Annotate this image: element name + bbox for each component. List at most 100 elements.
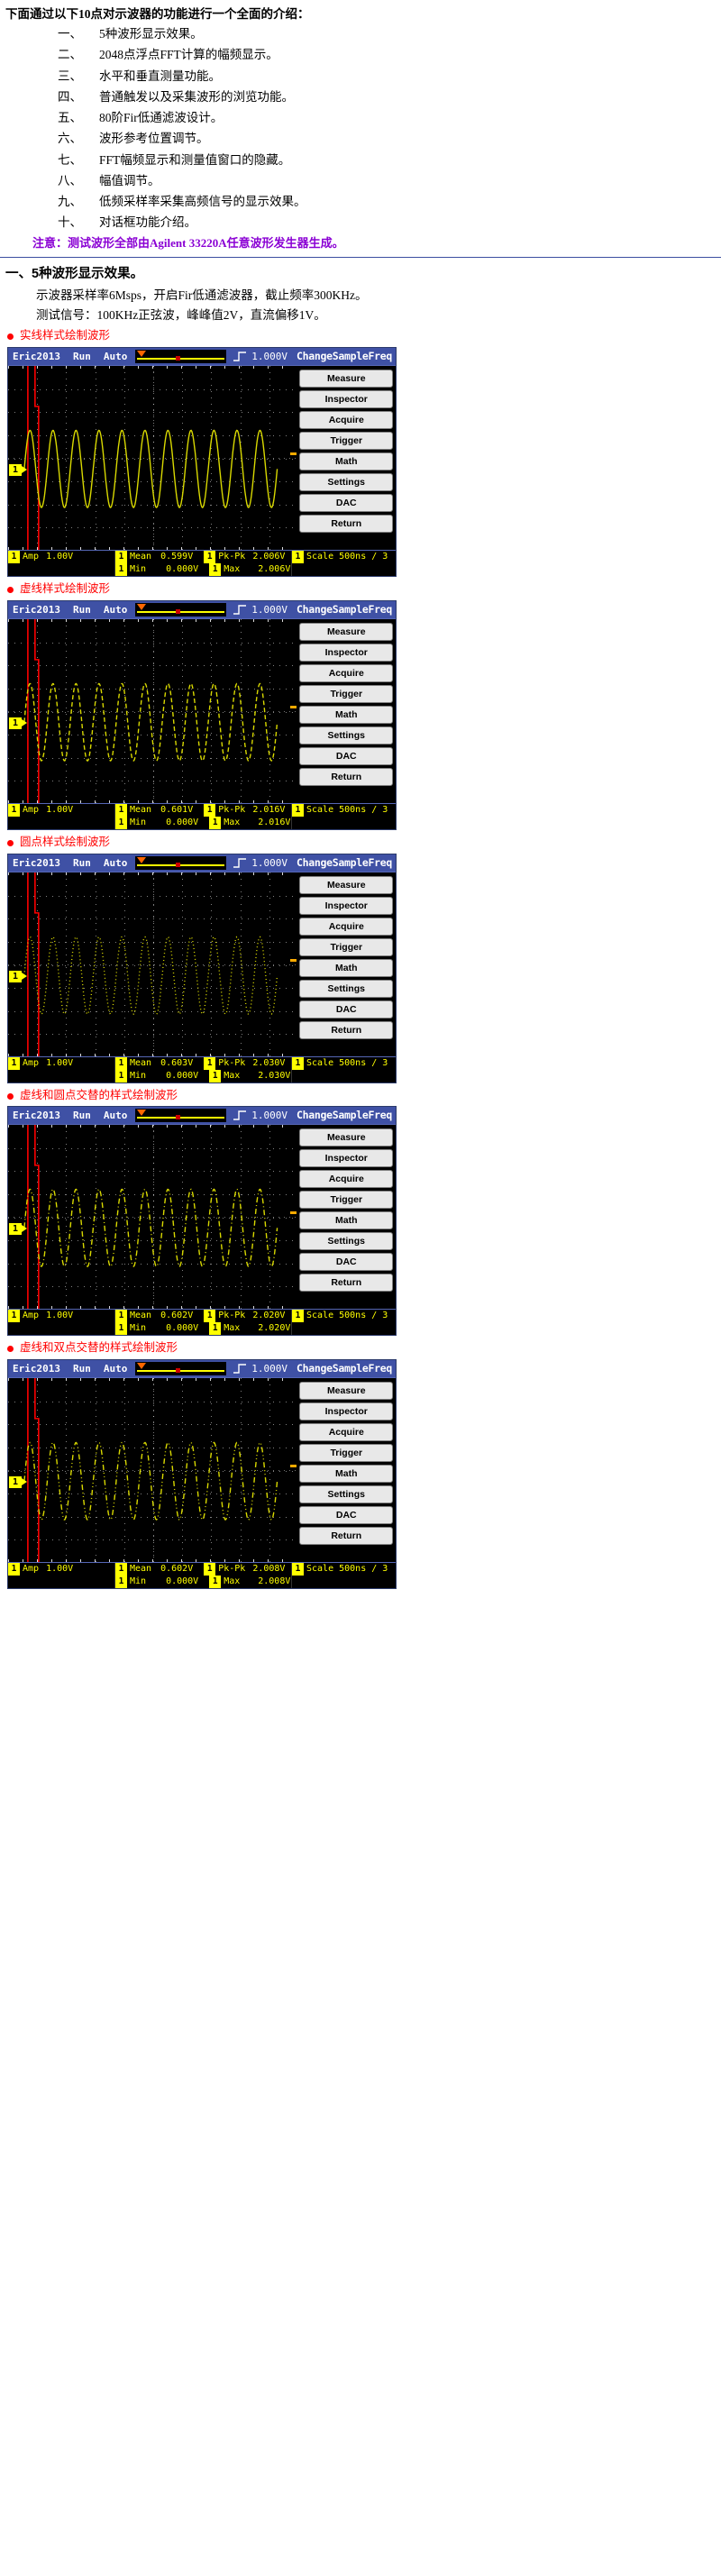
trigger-marker-icon[interactable]	[175, 608, 180, 614]
scope-button-dac[interactable]: DAC	[299, 1506, 393, 1525]
amplitude-cell[interactable]: 1 Amp 1.00V	[8, 1563, 114, 1576]
change-sample-freq-button[interactable]: ChangeSampleFreq	[293, 348, 396, 365]
scope-button-settings[interactable]: Settings	[299, 473, 393, 492]
scope-button-math[interactable]: Math	[299, 1211, 393, 1230]
scope-button-inspector[interactable]: Inspector	[299, 896, 393, 915]
trigger-level-marker[interactable]	[290, 958, 297, 962]
scope-button-return[interactable]: Return	[299, 515, 393, 534]
scope-trigger-mode[interactable]: Auto	[97, 1107, 134, 1124]
amplitude-cell[interactable]: 1 Amp 1.00V	[8, 803, 114, 817]
scope-run-state[interactable]: Run	[67, 1107, 97, 1124]
scope-button-inspector[interactable]: Inspector	[299, 1402, 393, 1421]
scope-button-measure[interactable]: Measure	[299, 622, 393, 641]
min-max-cell[interactable]: 1 Min 0.000V 1 Max 2.030V	[114, 1069, 291, 1082]
scope-trigger-position-bar[interactable]	[135, 1362, 227, 1376]
scope-trigger-position-bar[interactable]	[135, 350, 227, 364]
trigger-level-marker[interactable]	[290, 452, 297, 456]
amplitude-cell[interactable]: 1 Amp 1.00V	[8, 1310, 114, 1323]
scope-button-acquire[interactable]: Acquire	[299, 917, 393, 936]
scope-button-measure[interactable]: Measure	[299, 875, 393, 894]
channel-1-ground-marker[interactable]: 1	[9, 1223, 27, 1236]
scope-trigger-mode[interactable]: Auto	[97, 348, 134, 365]
min-max-cell[interactable]: 1 Min 0.000V 1 Max 2.016V	[114, 816, 291, 829]
trigger-level-marker[interactable]	[290, 1211, 297, 1215]
scope-waveform-grid[interactable]: 1	[8, 617, 297, 803]
trigger-pointer-icon[interactable]	[137, 1363, 147, 1370]
trigger-slope-icon[interactable]	[228, 854, 252, 872]
change-sample-freq-button[interactable]: ChangeSampleFreq	[293, 601, 396, 618]
scope-button-math[interactable]: Math	[299, 958, 393, 977]
scope-button-dac[interactable]: DAC	[299, 1253, 393, 1272]
trigger-marker-icon[interactable]	[175, 862, 180, 867]
scope-button-dac[interactable]: DAC	[299, 746, 393, 765]
scope-button-settings[interactable]: Settings	[299, 1232, 393, 1251]
mean-pkpk-cell[interactable]: 1 Mean 0.602V 1 Pk-Pk 2.008V	[114, 1563, 291, 1576]
mean-pkpk-cell[interactable]: 1 Mean 0.603V 1 Pk-Pk 2.030V	[114, 1056, 291, 1070]
scope-button-inspector[interactable]: Inspector	[299, 1149, 393, 1168]
scope-trigger-mode[interactable]: Auto	[97, 1360, 134, 1377]
scope-button-math[interactable]: Math	[299, 1465, 393, 1484]
channel-1-ground-marker[interactable]: 1	[9, 464, 27, 477]
scope-button-settings[interactable]: Settings	[299, 726, 393, 744]
scope-button-return[interactable]: Return	[299, 1274, 393, 1293]
scope-run-state[interactable]: Run	[67, 854, 97, 872]
scope-button-acquire[interactable]: Acquire	[299, 1170, 393, 1189]
change-sample-freq-button[interactable]: ChangeSampleFreq	[293, 1360, 396, 1377]
mean-pkpk-cell[interactable]: 1 Mean 0.602V 1 Pk-Pk 2.020V	[114, 1310, 291, 1323]
trigger-marker-icon[interactable]	[175, 1368, 180, 1374]
scale-cell[interactable]: 1 Scale 500ns / 3	[291, 551, 396, 564]
scope-button-dac[interactable]: DAC	[299, 494, 393, 513]
scope-run-state[interactable]: Run	[67, 1360, 97, 1377]
scope-button-trigger[interactable]: Trigger	[299, 432, 393, 451]
trigger-level-marker[interactable]	[290, 705, 297, 708]
scale-cell[interactable]: 1 Scale 500ns / 3	[291, 1310, 396, 1323]
trigger-slope-icon[interactable]	[228, 348, 252, 366]
mean-pkpk-cell[interactable]: 1 Mean 0.601V 1 Pk-Pk 2.016V	[114, 803, 291, 817]
scope-button-trigger[interactable]: Trigger	[299, 1444, 393, 1463]
scope-waveform-grid[interactable]: 1	[8, 365, 297, 551]
scope-run-state[interactable]: Run	[67, 348, 97, 365]
scope-button-measure[interactable]: Measure	[299, 1128, 393, 1147]
mean-pkpk-cell[interactable]: 1 Mean 0.599V 1 Pk-Pk 2.006V	[114, 551, 291, 564]
trigger-pointer-icon[interactable]	[137, 1110, 147, 1117]
scope-button-trigger[interactable]: Trigger	[299, 1191, 393, 1210]
scope-waveform-grid[interactable]: 1	[8, 1377, 297, 1563]
amplitude-cell[interactable]: 1 Amp 1.00V	[8, 1056, 114, 1070]
scope-waveform-grid[interactable]: 1	[8, 1124, 297, 1310]
trigger-marker-icon[interactable]	[175, 356, 180, 361]
scope-trigger-position-bar[interactable]	[135, 1109, 227, 1123]
change-sample-freq-button[interactable]: ChangeSampleFreq	[293, 1107, 396, 1124]
scale-cell[interactable]: 1 Scale 500ns / 3	[291, 803, 396, 817]
scope-trigger-mode[interactable]: Auto	[97, 854, 134, 872]
min-max-cell[interactable]: 1 Min 0.000V 1 Max 2.008V	[114, 1576, 291, 1589]
scope-button-inspector[interactable]: Inspector	[299, 390, 393, 409]
scope-button-return[interactable]: Return	[299, 1020, 393, 1039]
scope-button-measure[interactable]: Measure	[299, 370, 393, 388]
scope-button-return[interactable]: Return	[299, 1527, 393, 1546]
scope-button-trigger[interactable]: Trigger	[299, 937, 393, 956]
scope-trigger-mode[interactable]: Auto	[97, 601, 134, 618]
min-max-cell[interactable]: 1 Min 0.000V 1 Max 2.020V	[114, 1322, 291, 1336]
scope-button-return[interactable]: Return	[299, 767, 393, 786]
scope-button-trigger[interactable]: Trigger	[299, 684, 393, 703]
scale-cell[interactable]: 1 Scale 500ns / 3	[291, 1563, 396, 1576]
scope-button-acquire[interactable]: Acquire	[299, 1423, 393, 1442]
trigger-slope-icon[interactable]	[228, 1360, 252, 1378]
scope-button-acquire[interactable]: Acquire	[299, 411, 393, 430]
change-sample-freq-button[interactable]: ChangeSampleFreq	[293, 854, 396, 872]
scope-button-acquire[interactable]: Acquire	[299, 663, 393, 682]
scale-cell[interactable]: 1 Scale 500ns / 3	[291, 1056, 396, 1070]
trigger-pointer-icon[interactable]	[137, 351, 147, 358]
scope-button-math[interactable]: Math	[299, 452, 393, 471]
scope-button-settings[interactable]: Settings	[299, 1485, 393, 1504]
trigger-pointer-icon[interactable]	[137, 856, 147, 863]
trigger-pointer-icon[interactable]	[137, 603, 147, 610]
channel-1-ground-marker[interactable]: 1	[9, 717, 27, 729]
min-max-cell[interactable]: 1 Min 0.000V 1 Max 2.006V	[114, 563, 291, 577]
scope-trigger-position-bar[interactable]	[135, 602, 227, 617]
channel-1-ground-marker[interactable]: 1	[9, 1476, 27, 1489]
trigger-marker-icon[interactable]	[175, 1115, 180, 1120]
scope-run-state[interactable]: Run	[67, 601, 97, 618]
scope-button-math[interactable]: Math	[299, 705, 393, 724]
scope-trigger-position-bar[interactable]	[135, 855, 227, 870]
